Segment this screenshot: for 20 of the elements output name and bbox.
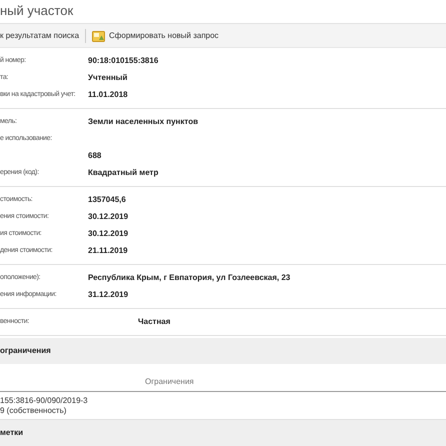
table-cell-text: 9 (собственность) — [0, 406, 68, 416]
field-value: 688 — [88, 151, 102, 160]
field-value: 21.11.2019 — [88, 246, 128, 255]
field-value: Республика Крым, г Евпатория, ул Гозлеевская, 23 — [88, 273, 290, 282]
field-value: 1357045,6 — [88, 195, 126, 204]
back-link[interactable]: к результатам поиска — [0, 31, 80, 40]
field-value: 30.12.2019 — [88, 229, 128, 238]
field-value: 90:18:010155:3816 — [88, 56, 158, 65]
field-value: 31.12.2019 — [88, 290, 128, 299]
field-value: Земли населенных пунктов — [88, 117, 198, 126]
field-value: Частная — [138, 317, 170, 326]
field-value: Квадратный метр — [88, 168, 158, 177]
table-cell-text: 155:3816-90/090/2019-3 — [0, 396, 89, 406]
field-value: Учтенный — [88, 73, 128, 82]
section-heading: ограничения — [0, 338, 446, 364]
section-heading: метки — [0, 420, 446, 446]
column-header: Ограничения — [145, 377, 194, 386]
new-request-button[interactable]: Сформировать новый запрос — [92, 30, 219, 42]
field-value: 30.12.2019 — [88, 212, 128, 221]
field-value: 11.01.2018 — [88, 90, 128, 99]
